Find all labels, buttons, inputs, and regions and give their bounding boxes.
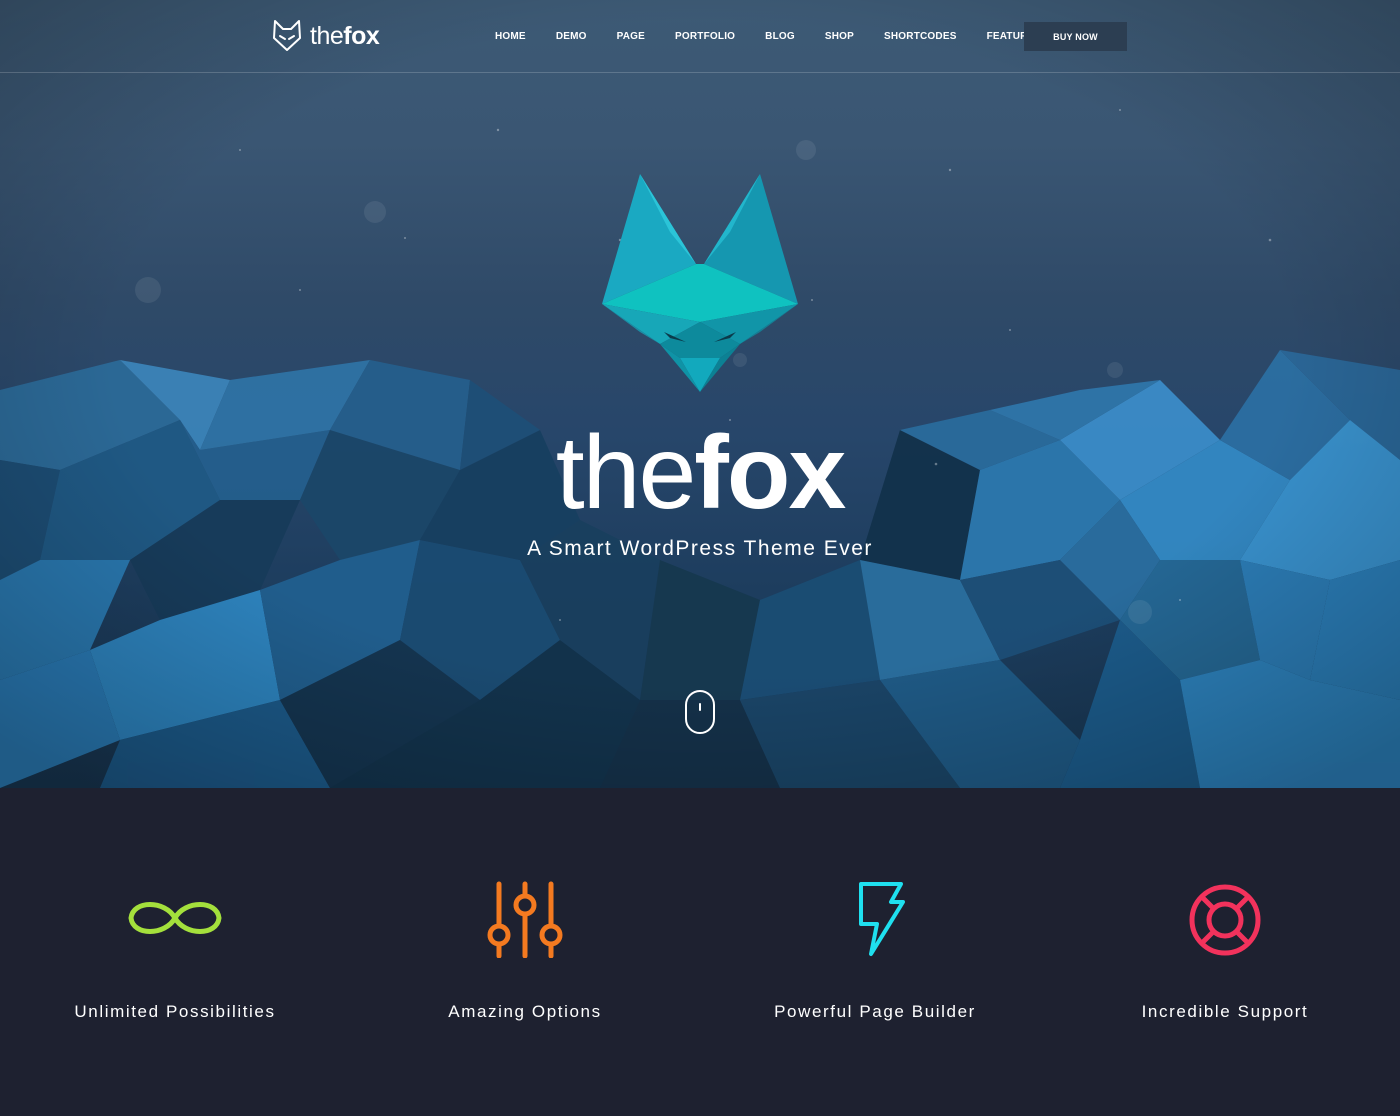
feature-amazing-options: Amazing Options xyxy=(350,788,700,1116)
feature-incredible-support: Incredible Support xyxy=(1050,788,1400,1116)
site-header: thefox HOME DEMO PAGE PORTFOLIO BLOG SHO… xyxy=(0,0,1400,73)
nav-item-demo[interactable]: DEMO xyxy=(541,31,602,42)
nav-item-shortcodes[interactable]: SHORTCODES xyxy=(869,31,972,42)
sliders-icon xyxy=(487,881,563,958)
feature-label: Incredible Support xyxy=(1141,1002,1309,1021)
hero-tagline: A Smart WordPress Theme Ever xyxy=(527,537,873,560)
nav-item-blog[interactable]: BLOG xyxy=(750,31,810,42)
scroll-down-icon[interactable] xyxy=(685,690,715,734)
fox-logo-icon xyxy=(273,20,301,51)
main-nav: HOME DEMO PAGE PORTFOLIO BLOG SHOP SHORT… xyxy=(480,0,1056,73)
site-logo[interactable]: thefox xyxy=(272,18,380,54)
hero-title: thefox xyxy=(555,415,847,531)
nav-item-portfolio[interactable]: PORTFOLIO xyxy=(660,31,750,42)
logo-text: thefox xyxy=(310,21,380,50)
fox-emblem-icon xyxy=(602,174,798,392)
nav-item-home[interactable]: HOME xyxy=(480,31,541,42)
low-poly-background xyxy=(0,0,1400,788)
feature-label: Amazing Options xyxy=(448,1002,602,1021)
feature-unlimited-possibilities: Unlimited Possibilities xyxy=(0,788,350,1116)
features-section: Unlimited Possibilities Amazing Options … xyxy=(0,788,1400,1116)
nav-item-shop[interactable]: SHOP xyxy=(810,31,869,42)
hero-section: thefox HOME DEMO PAGE PORTFOLIO BLOG SHO… xyxy=(0,0,1400,788)
mouse-wheel xyxy=(699,703,701,711)
lifebuoy-icon xyxy=(1189,884,1261,956)
buy-now-button[interactable]: BUY NOW xyxy=(1024,22,1127,51)
feature-powerful-page-builder: Powerful Page Builder xyxy=(700,788,1050,1116)
infinity-icon xyxy=(128,902,222,934)
feature-label: Powerful Page Builder xyxy=(774,1002,976,1021)
lightning-icon xyxy=(859,882,905,956)
nav-item-page[interactable]: PAGE xyxy=(602,31,660,42)
feature-label: Unlimited Possibilities xyxy=(74,1002,276,1021)
